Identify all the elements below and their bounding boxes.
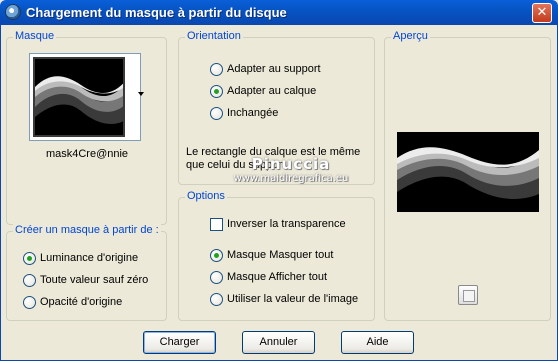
mask-thumbnail: [33, 57, 125, 137]
radio-label: Adapter au calque: [227, 85, 317, 97]
preview-group-label: Aperçu: [391, 30, 430, 42]
watermark: Pinuccia www.maidiregrafica.eu: [211, 155, 371, 184]
watermark-url: www.maidiregrafica.eu: [233, 173, 349, 184]
help-button[interactable]: Aide: [341, 331, 414, 354]
radio-show-all[interactable]: Masque Afficher tout: [210, 269, 327, 285]
radio-label: Inchangée: [227, 107, 279, 119]
app-icon: [5, 4, 21, 20]
radio-label: Masque Masquer tout: [227, 249, 334, 261]
radio-unchanged[interactable]: Inchangée: [210, 105, 278, 121]
radio-icon[interactable]: [210, 292, 223, 306]
cancel-button[interactable]: Annuler: [242, 331, 315, 354]
radio-icon[interactable]: [23, 251, 36, 265]
dialog-body: Masque mask4Cre@nnie Créer un masque à p…: [0, 25, 558, 361]
create-mask-group: Créer un masque à partir de : Luminance …: [6, 224, 167, 321]
masque-group: Masque mask4Cre@nnie: [6, 30, 167, 225]
radio-luminance[interactable]: Luminance d'origine: [23, 250, 138, 266]
radio-icon[interactable]: [210, 84, 223, 98]
radio-label: Luminance d'origine: [40, 252, 139, 264]
radio-icon[interactable]: [210, 106, 223, 120]
create-mask-group-label: Créer un masque à partir de :: [13, 224, 161, 236]
radio-opacity[interactable]: Opacité d'origine: [23, 294, 122, 310]
preview-image: [397, 132, 539, 212]
close-button[interactable]: ✕: [532, 3, 552, 23]
load-button[interactable]: Charger: [143, 331, 216, 354]
radio-hide-all[interactable]: Masque Masquer tout: [210, 247, 333, 263]
title-bar: Chargement du masque à partir du disque …: [0, 0, 558, 25]
options-group-label: Options: [185, 190, 227, 202]
radio-label: Adapter au support: [227, 63, 321, 75]
mask-file-name: mask4Cre@nnie: [45, 148, 129, 160]
radio-image-value[interactable]: Utiliser la valeur de l'image: [210, 291, 358, 307]
invert-transparency-checkbox[interactable]: Inverser la transparence: [210, 216, 346, 232]
radio-label: Utiliser la valeur de l'image: [227, 293, 359, 305]
radio-nonzero[interactable]: Toute valeur sauf zéro: [23, 272, 148, 288]
window-title: Chargement du masque à partir du disque: [26, 5, 287, 20]
orientation-group-label: Orientation: [185, 30, 243, 42]
radio-icon[interactable]: [23, 273, 36, 287]
radio-fit-layer[interactable]: Adapter au calque: [210, 83, 316, 99]
preview-icon[interactable]: [458, 285, 478, 305]
close-icon: ✕: [536, 5, 548, 20]
radio-label: Toute valeur sauf zéro: [40, 274, 149, 286]
watermark-title: Pinuccia: [251, 155, 331, 173]
radio-icon[interactable]: [210, 62, 223, 76]
checkbox-label: Inverser la transparence: [227, 218, 346, 230]
options-group: Options Inverser la transparence Masque …: [178, 190, 375, 321]
preview-group: Aperçu: [384, 30, 551, 321]
radio-icon[interactable]: [23, 295, 36, 309]
chevron-down-icon[interactable]: [136, 88, 146, 100]
masque-group-label: Masque: [13, 30, 57, 42]
radio-fit-canvas[interactable]: Adapter au support: [210, 61, 321, 77]
radio-icon[interactable]: [210, 270, 223, 284]
radio-label: Masque Afficher tout: [227, 271, 328, 283]
radio-label: Opacité d'origine: [40, 296, 123, 308]
mask-selector[interactable]: [29, 53, 144, 141]
radio-icon[interactable]: [210, 248, 223, 262]
checkbox-icon[interactable]: [210, 217, 223, 231]
